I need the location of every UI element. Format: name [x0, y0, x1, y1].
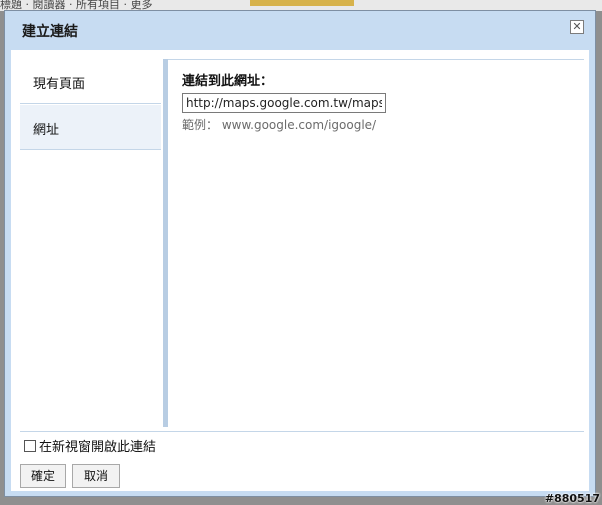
sidebar-item-existing-page[interactable]: 現有頁面	[20, 59, 161, 104]
link-type-sidebar: 現有頁面 網址	[20, 59, 161, 427]
url-input[interactable]	[182, 93, 386, 113]
panel-divider	[163, 59, 168, 427]
close-icon[interactable]: ✕	[570, 20, 584, 34]
dialog-titlebar: 建立連結 ✕	[5, 11, 595, 49]
footer-divider	[20, 431, 584, 432]
url-field-label: 連結到此網址：	[182, 74, 274, 89]
new-window-checkbox[interactable]	[24, 439, 36, 452]
url-example-text: 範例： www.google.com/igoogle/	[182, 118, 377, 132]
cancel-button[interactable]: 取消	[72, 464, 120, 488]
ok-button[interactable]: 確定	[20, 464, 66, 488]
background-highlight	[250, 0, 354, 6]
sidebar-item-label: 網址	[33, 123, 60, 138]
panel-top-border	[168, 59, 584, 60]
new-window-option[interactable]: 在新視窗開啟此連結	[24, 436, 156, 455]
dialog-title: 建立連結	[22, 24, 78, 40]
new-window-label: 在新視窗開啟此連結	[39, 440, 157, 455]
dialog-body: 現有頁面 網址 連結到此網址： 範例： www.google.com/igoog…	[11, 50, 589, 491]
sidebar-item-url[interactable]: 網址	[20, 105, 161, 150]
sidebar-item-label: 現有頁面	[33, 77, 86, 92]
url-panel: 連結到此網址： 範例： www.google.com/igoogle/	[182, 70, 572, 133]
create-link-dialog: 建立連結 ✕ 現有頁面 網址 連結到此網址： 範例： www.google.co…	[4, 10, 596, 497]
watermark-text: #880517	[544, 492, 600, 505]
